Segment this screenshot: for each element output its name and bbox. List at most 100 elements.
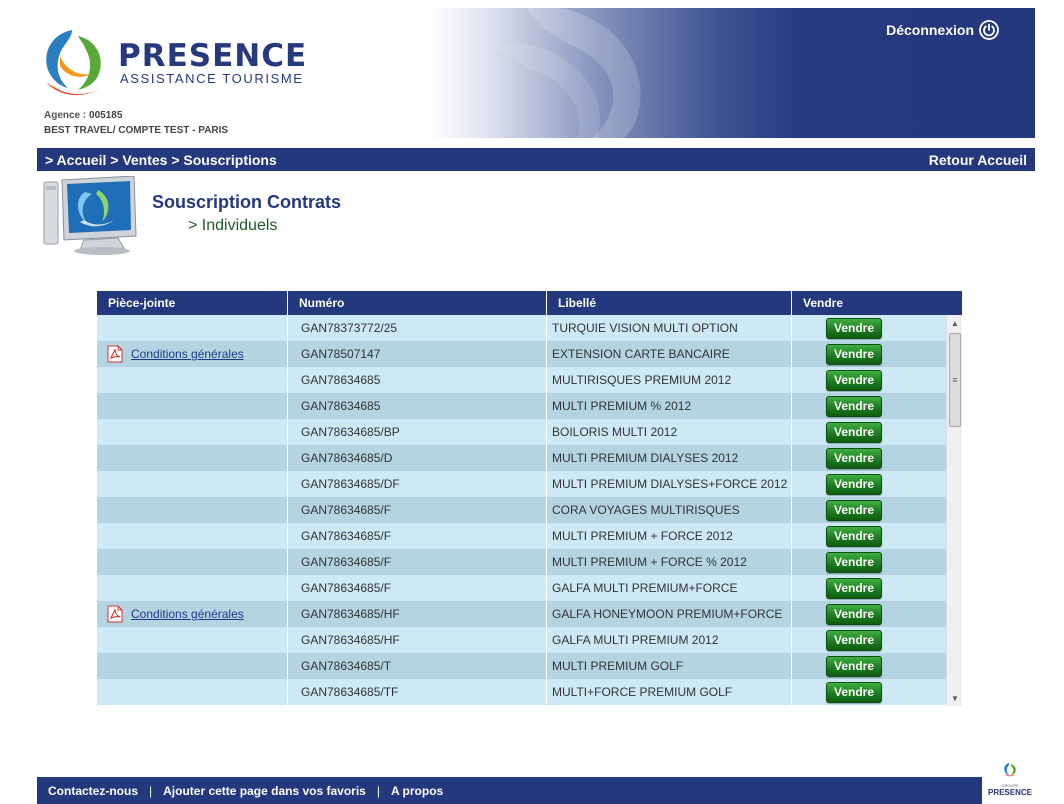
column-label[interactable]: Libellé xyxy=(547,291,792,315)
sell-button[interactable]: Vendre xyxy=(826,681,882,703)
cell-number: GAN78634685/F xyxy=(288,523,547,549)
page-subtitle: > Individuels xyxy=(188,217,278,234)
cell-number: GAN78634685/D xyxy=(288,445,547,471)
sell-button[interactable]: Vendre xyxy=(826,603,882,625)
cell-attachment xyxy=(97,367,288,393)
sell-button[interactable]: Vendre xyxy=(826,525,882,547)
footer-separator: | xyxy=(376,783,380,798)
sell-button[interactable]: Vendre xyxy=(826,551,882,573)
column-sell[interactable]: Vendre xyxy=(792,291,962,315)
cell-number: GAN78634685/F xyxy=(288,575,547,601)
cell-label: MULTIRISQUES PREMIUM 2012 xyxy=(547,367,792,393)
scroll-thumb[interactable]: ≡ xyxy=(949,333,961,427)
scroll-down-arrow-icon[interactable]: ▼ xyxy=(947,690,962,706)
cell-number: GAN78634685/TF xyxy=(288,679,547,705)
sell-button[interactable]: Vendre xyxy=(826,473,882,495)
breadcrumb-home[interactable]: > Accueil xyxy=(45,152,106,168)
cell-number: GAN78507147 xyxy=(288,341,547,367)
footer-favorites-link[interactable]: Ajouter cette page dans vos favoris xyxy=(163,784,366,798)
cell-sell: Vendre xyxy=(792,549,962,575)
footer-contact-link[interactable]: Contactez-nous xyxy=(48,784,138,798)
footer-separator: | xyxy=(149,783,153,798)
table-header: Pièce-jointe Numéro Libellé Vendre xyxy=(97,291,962,315)
cell-label: MULTI PREMIUM GOLF xyxy=(547,653,792,679)
table-row: GAN78634685 MULTIRISQUES PREMIUM 2012 Vend… xyxy=(97,367,962,393)
sell-button[interactable]: Vendre xyxy=(826,577,882,599)
cell-sell: Vendre xyxy=(792,419,962,445)
sell-button[interactable]: Vendre xyxy=(826,317,882,339)
sell-button[interactable]: Vendre xyxy=(826,343,882,365)
cell-number: GAN78634685 xyxy=(288,393,547,419)
column-attachment[interactable]: Pièce-jointe xyxy=(97,291,288,315)
cell-sell: Vendre xyxy=(792,315,962,341)
cell-label: BOILORIS MULTI 2012 xyxy=(547,419,792,445)
cell-label: GALFA MULTI PREMIUM 2012 xyxy=(547,627,792,653)
sell-button[interactable]: Vendre xyxy=(826,421,882,443)
pdf-icon xyxy=(107,605,123,623)
header-banner: Déconnexion xyxy=(427,8,1035,138)
cell-sell: Vendre xyxy=(792,471,962,497)
table-row: GAN78634685/D MULTI PREMIUM DIALYSES 2012… xyxy=(97,445,962,471)
cell-sell: Vendre xyxy=(792,575,962,601)
cell-attachment xyxy=(97,679,288,705)
table-rows: GAN78373772/25 TURQUIE VISION MULTI OPTIO… xyxy=(97,315,962,705)
sell-button[interactable]: Vendre xyxy=(826,499,882,521)
cell-sell: Vendre xyxy=(792,679,962,705)
table-row: GAN78634685/F CORA VOYAGES MULTIRISQUES Ve… xyxy=(97,497,962,523)
cell-number: GAN78634685/HF xyxy=(288,601,547,627)
cell-attachment xyxy=(97,627,288,653)
cell-attachment: Conditions générales xyxy=(97,601,288,627)
scroll-up-arrow-icon[interactable]: ▲ xyxy=(947,315,962,331)
sell-button[interactable]: Vendre xyxy=(826,369,882,391)
cell-number: GAN78634685/F xyxy=(288,497,547,523)
conditions-link[interactable]: Conditions générales xyxy=(107,345,244,363)
page-title: Souscription Contrats xyxy=(152,192,342,212)
cell-number: GAN78373772/25 xyxy=(288,315,547,341)
cell-sell: Vendre xyxy=(792,393,962,419)
cell-attachment xyxy=(97,419,288,445)
table-row: GAN78373772/25 TURQUIE VISION MULTI OPTIO… xyxy=(97,315,962,341)
footer-bar: Contactez-nous | Ajouter cette page dans… xyxy=(37,777,982,804)
conditions-link[interactable]: Conditions générales xyxy=(107,605,244,623)
table-scrollbar[interactable]: ▲ ≡ ▼ xyxy=(946,315,962,706)
conditions-link-label: Conditions générales xyxy=(131,607,244,621)
sell-button[interactable]: Vendre xyxy=(826,447,882,469)
banner-swirl-decoration xyxy=(497,8,641,138)
sell-button[interactable]: Vendre xyxy=(826,629,882,651)
sell-button[interactable]: Vendre xyxy=(826,395,882,417)
cell-label: MULTI PREMIUM DIALYSES+FORCE 2012 xyxy=(547,471,792,497)
sell-button[interactable]: Vendre xyxy=(826,655,882,677)
power-icon xyxy=(979,20,999,40)
cell-label: MULTI PREMIUM + FORCE 2012 xyxy=(547,523,792,549)
column-number[interactable]: Numéro xyxy=(288,291,547,315)
footer-about-link[interactable]: A propos xyxy=(391,784,443,798)
conditions-link-label: Conditions générales xyxy=(131,347,244,361)
presence-logo-icon xyxy=(46,30,101,96)
cell-number: GAN78634685 xyxy=(288,367,547,393)
cell-label: GALFA MULTI PREMIUM+FORCE xyxy=(547,575,792,601)
table-row: GAN78634685/F MULTI PREMIUM + FORCE 2012 V… xyxy=(97,523,962,549)
home-return-link[interactable]: Retour Accueil xyxy=(929,152,1027,168)
cell-sell: Vendre xyxy=(792,523,962,549)
agency-code: 005185 xyxy=(89,110,123,121)
cell-sell: Vendre xyxy=(792,497,962,523)
breadcrumb-sales[interactable]: > Ventes xyxy=(110,152,167,168)
cell-label: GALFA HONEYMOON PREMIUM+FORCE xyxy=(547,601,792,627)
breadcrumb-subscriptions[interactable]: > Souscriptions xyxy=(171,152,276,168)
presence-logo[interactable]: PRESENCE ASSISTANCE TOURISME xyxy=(38,26,348,106)
cell-label: MULTI PREMIUM % 2012 xyxy=(547,393,792,419)
cell-sell: Vendre xyxy=(792,627,962,653)
breadcrumb-bar: > Accueil > Ventes > Souscriptions Retou… xyxy=(37,148,1035,171)
table-row: GAN78634685/F MULTI PREMIUM + FORCE % 201… xyxy=(97,549,962,575)
cell-attachment xyxy=(97,653,288,679)
table-row: Conditions générales GAN78634685/HF GALFA … xyxy=(97,601,962,627)
cell-sell: Vendre xyxy=(792,601,962,627)
cell-attachment xyxy=(97,471,288,497)
cell-attachment xyxy=(97,549,288,575)
table-row: GAN78634685 MULTI PREMIUM % 2012 Vendre xyxy=(97,393,962,419)
agency-label: Agence : xyxy=(44,110,87,121)
cell-sell: Vendre xyxy=(792,367,962,393)
logout-button[interactable]: Déconnexion xyxy=(886,20,999,40)
table-body[interactable]: GAN78373772/25 TURQUIE VISION MULTI OPTIO… xyxy=(97,315,962,706)
cell-attachment: Conditions générales xyxy=(97,341,288,367)
